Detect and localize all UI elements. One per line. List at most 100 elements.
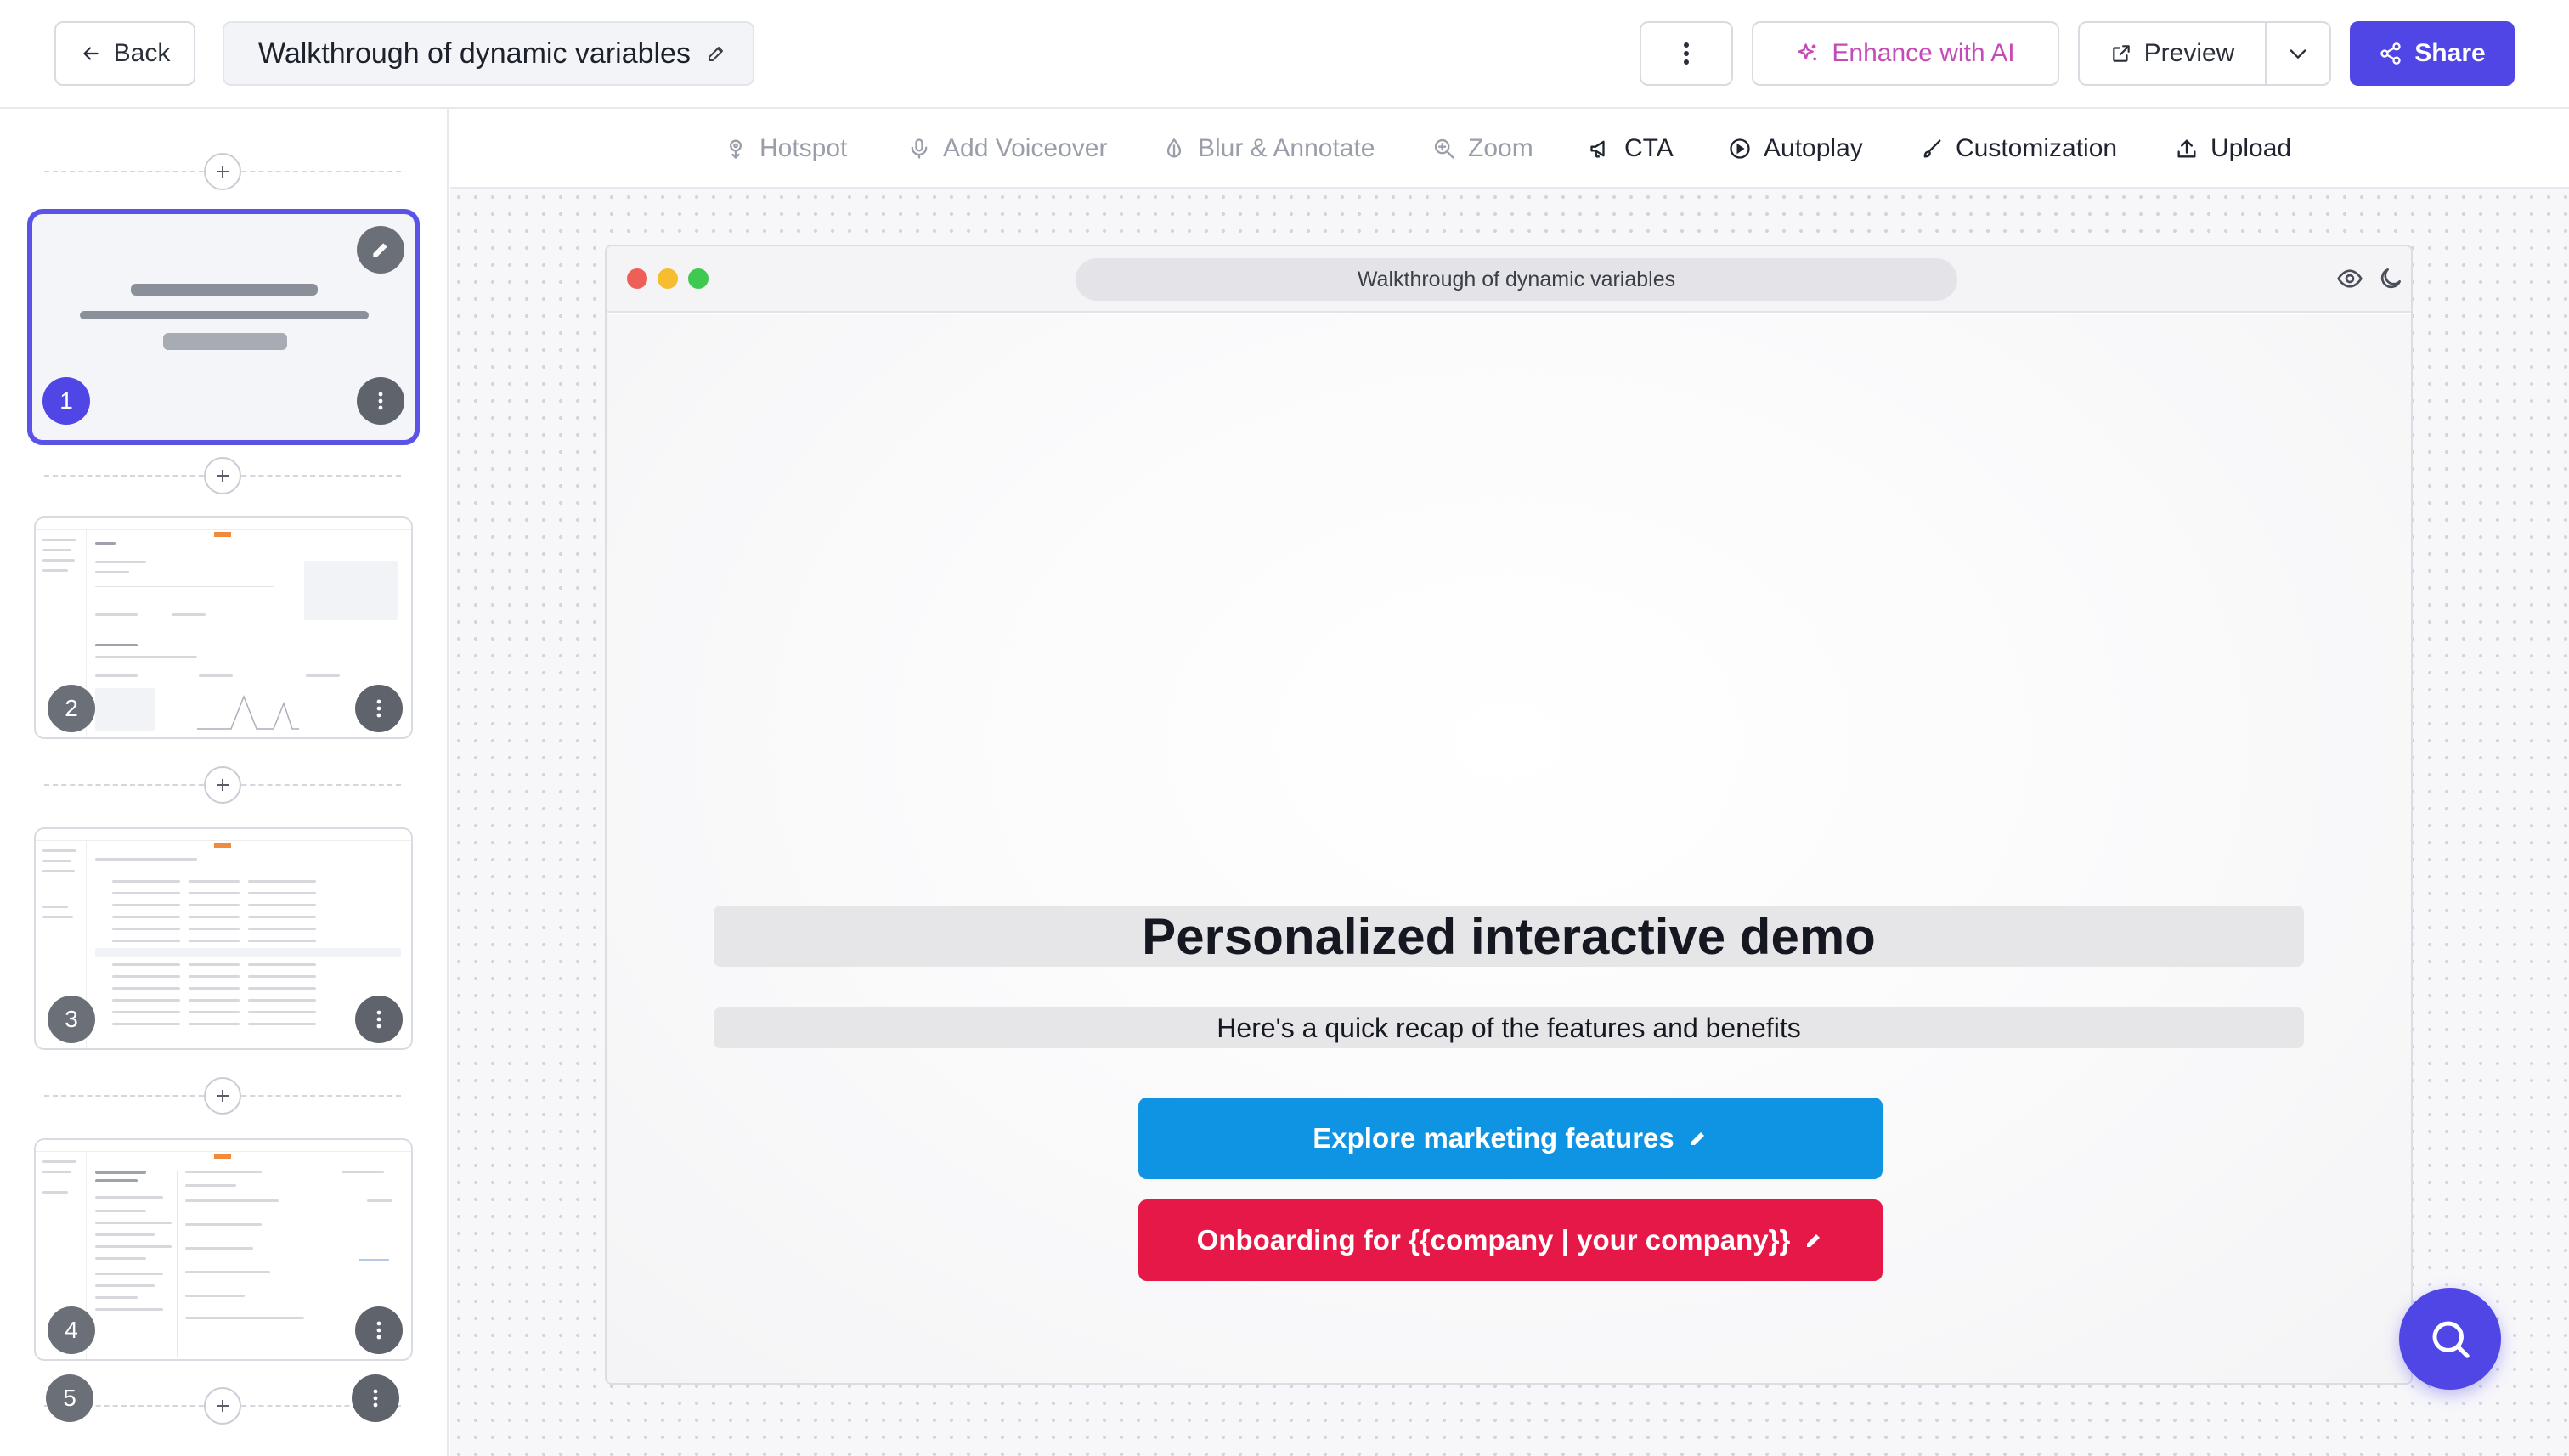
window-close-dot xyxy=(627,268,647,289)
tool-add-voiceover[interactable]: Add Voiceover xyxy=(907,109,1107,189)
add-slide-divider xyxy=(44,153,401,190)
demo-headline[interactable]: Personalized interactive demo xyxy=(714,906,2304,967)
slide-number-badge[interactable]: 5 xyxy=(46,1374,93,1422)
tool-label: Zoom xyxy=(1468,134,1533,162)
slide-menu-button[interactable] xyxy=(357,377,404,425)
slides-sidebar: 1 2 3 4 5 xyxy=(0,109,449,1456)
slide-menu-button[interactable] xyxy=(352,1374,399,1422)
window-title: Walkthrough of dynamic variables xyxy=(1357,267,1676,291)
tool-label: Customization xyxy=(1956,134,2118,162)
placeholder-title xyxy=(131,284,318,296)
slide-menu-button[interactable] xyxy=(355,685,403,732)
tool-label: Autoplay xyxy=(1764,134,1863,162)
add-slide-button[interactable] xyxy=(204,457,241,494)
add-slide-button[interactable] xyxy=(204,766,241,804)
top-bar: Back Walkthrough of dynamic variables En… xyxy=(0,0,2569,109)
cta-label: Onboarding for {{company | your company}… xyxy=(1196,1224,1791,1256)
cta-explore-marketing-button[interactable]: Explore marketing features xyxy=(1138,1098,1883,1179)
cta-onboarding-button[interactable]: Onboarding for {{company | your company}… xyxy=(1138,1199,1883,1281)
preview-button-group: Preview xyxy=(2078,21,2331,86)
window-maximize-dot xyxy=(688,268,709,289)
preview-button[interactable]: Preview xyxy=(2080,23,2267,84)
add-slide-divider xyxy=(44,457,401,494)
plus-icon xyxy=(217,1090,229,1102)
sparkline-graphic xyxy=(197,694,299,730)
slide-thumbnail-1[interactable]: 1 xyxy=(27,209,420,445)
tool-label: Add Voiceover xyxy=(943,134,1108,162)
slide-number-badge: 3 xyxy=(48,996,95,1043)
more-options-button[interactable] xyxy=(1640,21,1733,86)
kebab-icon xyxy=(376,1010,381,1029)
hotspot-icon xyxy=(730,139,742,160)
eye-icon[interactable] xyxy=(2336,265,2363,292)
add-slide-button[interactable] xyxy=(204,1077,241,1115)
kebab-icon xyxy=(376,1321,381,1340)
sparkle-icon xyxy=(1798,43,1817,61)
slide-edit-button[interactable] xyxy=(357,226,404,274)
slide-thumbnail-4[interactable]: 4 xyxy=(34,1138,413,1361)
search-help-button[interactable] xyxy=(2399,1288,2501,1390)
plus-icon xyxy=(217,779,229,791)
brush-icon xyxy=(1923,139,1941,158)
editor-toolbar: Hotspot Add Voiceover Blur & Annotate Zo… xyxy=(450,109,2569,189)
add-slide-divider xyxy=(44,1077,401,1115)
window-minimize-dot xyxy=(658,268,678,289)
microphone-icon xyxy=(911,138,928,159)
external-link-icon xyxy=(2112,45,2130,62)
search-icon xyxy=(2432,1321,2470,1358)
megaphone-icon xyxy=(1590,140,1605,158)
slide-thumbnail-2[interactable]: 2 xyxy=(34,516,413,739)
tool-customization[interactable]: Customization xyxy=(1920,109,2117,189)
pencil-icon[interactable] xyxy=(1804,1230,1824,1250)
tool-hotspot[interactable]: Hotspot xyxy=(724,109,847,189)
tool-label: Hotspot xyxy=(759,134,848,162)
pencil-icon[interactable] xyxy=(1688,1128,1708,1148)
slide-menu-button[interactable] xyxy=(355,996,403,1043)
add-slide-divider xyxy=(44,1387,401,1425)
placeholder-button xyxy=(163,333,287,350)
slide-thumbnail-3[interactable]: 3 xyxy=(34,827,413,1050)
tool-cta[interactable]: CTA xyxy=(1589,109,1674,189)
demo-browser-frame: Walkthrough of dynamic variables Persona… xyxy=(605,245,2413,1385)
placeholder-text xyxy=(80,311,369,319)
preview-dropdown-button[interactable] xyxy=(2267,23,2329,84)
tool-label: Blur & Annotate xyxy=(1198,134,1375,162)
address-bar: Walkthrough of dynamic variables xyxy=(1076,258,1957,301)
demo-title-text: Walkthrough of dynamic variables xyxy=(258,37,691,70)
back-button[interactable]: Back xyxy=(54,21,195,86)
preview-label: Preview xyxy=(2143,39,2235,67)
share-button[interactable]: Share xyxy=(2350,21,2515,86)
tool-blur-annotate[interactable]: Blur & Annotate xyxy=(1162,109,1375,189)
play-icon xyxy=(1730,138,1750,159)
demo-subheadline[interactable]: Here's a quick recap of the features and… xyxy=(714,1007,2304,1048)
tool-upload[interactable]: Upload xyxy=(2175,109,2291,189)
kebab-icon xyxy=(378,392,383,410)
slide-menu-button[interactable] xyxy=(355,1306,403,1354)
slide-number-badge: 4 xyxy=(48,1306,95,1354)
tool-zoom[interactable]: Zoom xyxy=(1432,109,1533,189)
back-label: Back xyxy=(113,39,171,67)
enhance-label: Enhance with AI xyxy=(1832,39,2015,67)
add-slide-divider xyxy=(44,766,401,804)
pencil-icon[interactable] xyxy=(706,43,726,64)
slide-number-badge: 1 xyxy=(42,377,90,425)
moon-icon[interactable] xyxy=(2377,265,2404,292)
tool-autoplay[interactable]: Autoplay xyxy=(1728,109,1863,189)
cta-label: Explore marketing features xyxy=(1313,1122,1674,1154)
blur-icon xyxy=(1166,138,1182,158)
kebab-icon xyxy=(373,1389,378,1408)
plus-icon xyxy=(217,166,229,178)
add-slide-button[interactable] xyxy=(204,153,241,190)
enhance-with-ai-button[interactable]: Enhance with AI xyxy=(1752,21,2059,86)
kebab-icon xyxy=(376,699,381,718)
plus-icon xyxy=(217,1400,229,1412)
chevron-down-icon xyxy=(2290,49,2306,59)
browser-chrome: Walkthrough of dynamic variables xyxy=(607,246,2411,313)
upload-icon xyxy=(2177,139,2196,158)
tool-label: Upload xyxy=(2210,134,2292,162)
tool-label: CTA xyxy=(1624,134,1674,162)
slide-number-badge: 2 xyxy=(48,685,95,732)
add-slide-button[interactable] xyxy=(204,1387,241,1425)
demo-title[interactable]: Walkthrough of dynamic variables xyxy=(223,21,754,86)
share-icon xyxy=(2380,42,2401,65)
